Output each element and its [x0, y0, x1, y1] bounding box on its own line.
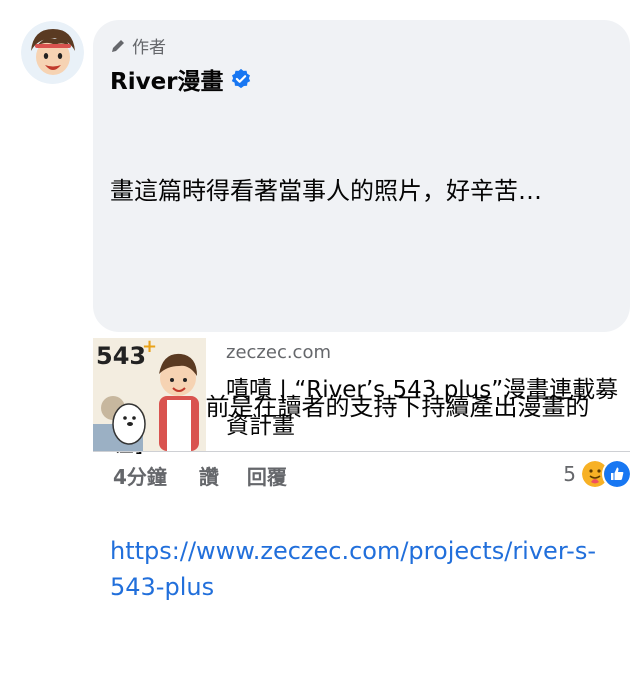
author-name[interactable]: River漫畫 [110, 62, 252, 96]
thumbnail-plus-text: + [142, 338, 157, 357]
avatar-image [21, 21, 84, 84]
comment-text-line: 畫這篇時得看著當事人的照片，好辛苦… [110, 177, 542, 205]
thumbnail-image: 543 + [93, 338, 206, 451]
link-preview-domain: zeczec.com [226, 342, 332, 363]
comment-blank-line [110, 281, 610, 317]
author-avatar[interactable] [21, 21, 84, 84]
author-badge: 作者 [110, 33, 166, 58]
link-preview-title[interactable]: 嘖嘖 | “River’s 543 plus”漫畫連載募資計畫 [226, 372, 621, 444]
pencil-icon [112, 39, 124, 52]
author-name-text[interactable]: River漫畫 [110, 62, 224, 96]
reaction-summary[interactable]: 5 [563, 459, 632, 489]
like-reaction-icon [602, 459, 632, 489]
comment-bubble: 作者 River漫畫 畫這篇時得看著當事人的照片，好辛苦… [River目前是在… [93, 20, 630, 601]
author-badge-label: 作者 [132, 38, 166, 58]
thumbnail-title-text: 543 [96, 342, 146, 370]
comment-actions: 4分鐘 讚 回覆 [113, 461, 287, 490]
comment-link[interactable]: https://www.zeczec.com/projects/river-s-… [110, 533, 610, 605]
reply-button[interactable]: 回覆 [247, 461, 287, 490]
like-button[interactable]: 讚 [199, 461, 219, 490]
link-preview-thumbnail[interactable]: 543 + [93, 338, 206, 451]
comment-timestamp[interactable]: 4分鐘 [113, 461, 167, 490]
reaction-count[interactable]: 5 [563, 462, 576, 486]
verified-badge-icon [231, 68, 250, 89]
link-preview[interactable]: 543 + zeczec.com 嘖嘖 | “River’s 543 plus”… [93, 338, 630, 452]
